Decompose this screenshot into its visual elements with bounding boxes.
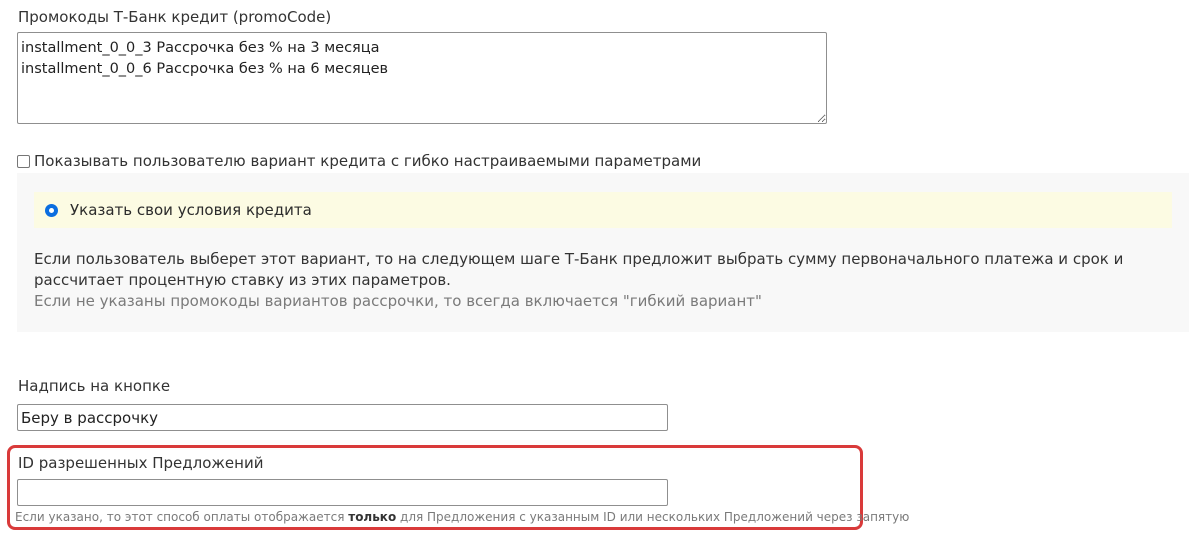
flexible-credit-row[interactable]: Показывать пользователю вариант кредита …	[17, 152, 701, 170]
custom-terms-option[interactable]: Указать свои условия кредита	[34, 192, 1172, 228]
allowed-offers-hint-emphasis: только	[348, 510, 397, 524]
custom-terms-radio[interactable]	[45, 203, 58, 217]
button-text-input[interactable]	[17, 404, 668, 431]
flexible-credit-description: Если пользователь выберет этот вариант, …	[34, 250, 1124, 289]
flexible-credit-checkbox-label[interactable]: Показывать пользователю вариант кредита …	[34, 152, 701, 170]
promo-codes-label: Промокоды Т-Банк кредит (promoCode)	[18, 8, 332, 26]
flexible-credit-checkbox[interactable]	[17, 154, 30, 168]
flexible-credit-panel: Указать свои условия кредита Если пользо…	[17, 173, 1189, 332]
allowed-offers-label: ID разрешенных Предложений	[18, 454, 264, 472]
promo-codes-textarea[interactable]	[17, 32, 827, 124]
allowed-offers-hint-start: Если указано, то этот способ оплаты отоб…	[15, 510, 349, 524]
allowed-offers-hint-end: для Предложения с указанным ID или неско…	[396, 510, 910, 524]
allowed-offers-input[interactable]	[17, 479, 668, 506]
flexible-credit-note: Если не указаны промокоды вариантов расс…	[34, 292, 762, 310]
allowed-offers-hint: Если указано, то этот способ оплаты отоб…	[15, 510, 909, 524]
button-text-label: Надпись на кнопке	[18, 377, 171, 395]
custom-terms-label[interactable]: Указать свои условия кредита	[70, 201, 312, 219]
